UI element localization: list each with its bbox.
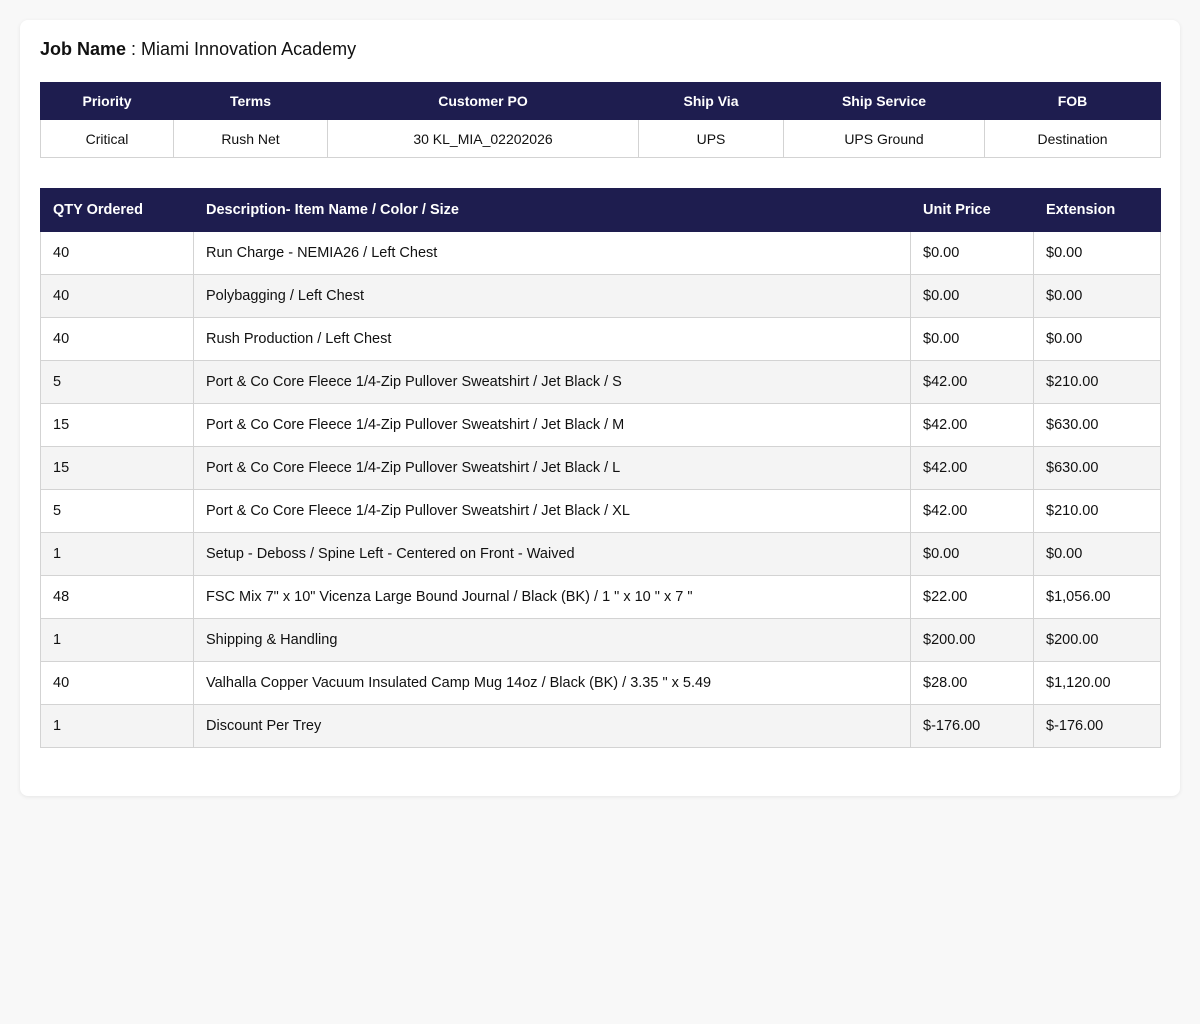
qty-cell: 5 (40, 360, 194, 404)
qty-cell: 15 (40, 446, 194, 490)
priority-value: Critical (40, 119, 174, 158)
line-items-header-row: QTY Ordered Description- Item Name / Col… (40, 188, 1161, 232)
qty-cell: 40 (40, 231, 194, 275)
ship-via-value: UPS (638, 119, 784, 158)
customer-po-header: Customer PO (327, 82, 639, 120)
table-row: 15 Port & Co Core Fleece 1/4-Zip Pullove… (40, 446, 1161, 490)
extension-cell: $-176.00 (1033, 704, 1161, 748)
qty-ordered-header: QTY Ordered (40, 188, 194, 232)
qty-cell: 5 (40, 489, 194, 533)
description-cell: Port & Co Core Fleece 1/4-Zip Pullover S… (193, 403, 911, 447)
qty-cell: 40 (40, 661, 194, 705)
unit-price-cell: $0.00 (910, 532, 1034, 576)
description-cell: Port & Co Core Fleece 1/4-Zip Pullover S… (193, 446, 911, 490)
table-row: 48 FSC Mix 7" x 10" Vicenza Large Bound … (40, 575, 1161, 619)
extension-cell: $0.00 (1033, 231, 1161, 275)
extension-cell: $0.00 (1033, 532, 1161, 576)
job-name-label: Job Name (40, 39, 127, 59)
unit-price-cell: $22.00 (910, 575, 1034, 619)
fob-header: FOB (984, 82, 1161, 120)
extension-cell: $0.00 (1033, 274, 1161, 318)
unit-price-cell: $42.00 (910, 403, 1034, 447)
qty-cell: 1 (40, 704, 194, 748)
terms-header: Terms (173, 82, 328, 120)
extension-header: Extension (1033, 188, 1161, 232)
description-cell: Shipping & Handling (193, 618, 911, 662)
terms-value: Rush Net (173, 119, 328, 158)
unit-price-header: Unit Price (910, 188, 1034, 232)
table-row: 5 Port & Co Core Fleece 1/4-Zip Pullover… (40, 360, 1161, 404)
customer-po-value: 30 KL_MIA_02202026 (327, 119, 639, 158)
description-cell: FSC Mix 7" x 10" Vicenza Large Bound Jou… (193, 575, 911, 619)
qty-cell: 40 (40, 274, 194, 318)
description-cell: Valhalla Copper Vacuum Insulated Camp Mu… (193, 661, 911, 705)
extension-cell: $630.00 (1033, 446, 1161, 490)
description-cell: Rush Production / Left Chest (193, 317, 911, 361)
extension-cell: $210.00 (1033, 360, 1161, 404)
table-row: 15 Port & Co Core Fleece 1/4-Zip Pullove… (40, 403, 1161, 447)
extension-cell: $1,120.00 (1033, 661, 1161, 705)
description-cell: Run Charge - NEMIA26 / Left Chest (193, 231, 911, 275)
line-items-table: QTY Ordered Description- Item Name / Col… (40, 188, 1161, 748)
qty-cell: 40 (40, 317, 194, 361)
ship-via-header: Ship Via (638, 82, 784, 120)
extension-cell: $200.00 (1033, 618, 1161, 662)
table-row: 5 Port & Co Core Fleece 1/4-Zip Pullover… (40, 489, 1161, 533)
unit-price-cell: $42.00 (910, 489, 1034, 533)
ship-service-header: Ship Service (783, 82, 985, 120)
description-cell: Port & Co Core Fleece 1/4-Zip Pullover S… (193, 360, 911, 404)
order-info-table: Priority Terms Customer PO Ship Via Ship… (40, 82, 1161, 158)
extension-cell: $1,056.00 (1033, 575, 1161, 619)
sales-order-card: Job Name : Miami Innovation Academy Prio… (20, 20, 1180, 796)
table-row: 40 Valhalla Copper Vacuum Insulated Camp… (40, 661, 1161, 705)
description-cell: Setup - Deboss / Spine Left - Centered o… (193, 532, 911, 576)
unit-price-cell: $0.00 (910, 231, 1034, 275)
order-info-header-row: Priority Terms Customer PO Ship Via Ship… (40, 82, 1161, 120)
description-cell: Discount Per Trey (193, 704, 911, 748)
qty-cell: 48 (40, 575, 194, 619)
description-header: Description- Item Name / Color / Size (193, 188, 911, 232)
qty-cell: 1 (40, 532, 194, 576)
job-name-value: Miami Innovation Academy (141, 39, 357, 59)
priority-header: Priority (40, 82, 174, 120)
job-name-separator: : (126, 39, 142, 59)
unit-price-cell: $-176.00 (910, 704, 1034, 748)
extension-cell: $210.00 (1033, 489, 1161, 533)
unit-price-cell: $42.00 (910, 360, 1034, 404)
job-name-line: Job Name : Miami Innovation Academy (40, 38, 356, 60)
extension-cell: $0.00 (1033, 317, 1161, 361)
unit-price-cell: $42.00 (910, 446, 1034, 490)
unit-price-cell: $200.00 (910, 618, 1034, 662)
qty-cell: 1 (40, 618, 194, 662)
unit-price-cell: $28.00 (910, 661, 1034, 705)
description-cell: Port & Co Core Fleece 1/4-Zip Pullover S… (193, 489, 911, 533)
qty-cell: 15 (40, 403, 194, 447)
table-row: 40 Rush Production / Left Chest $0.00 $0… (40, 317, 1161, 361)
order-info-row: Critical Rush Net 30 KL_MIA_02202026 UPS… (40, 119, 1161, 158)
table-row: 1 Setup - Deboss / Spine Left - Centered… (40, 532, 1161, 576)
table-row: 40 Run Charge - NEMIA26 / Left Chest $0.… (40, 231, 1161, 275)
extension-cell: $630.00 (1033, 403, 1161, 447)
unit-price-cell: $0.00 (910, 274, 1034, 318)
fob-value: Destination (984, 119, 1161, 158)
table-row: 1 Shipping & Handling $200.00 $200.00 (40, 618, 1161, 662)
table-row: 40 Polybagging / Left Chest $0.00 $0.00 (40, 274, 1161, 318)
table-row: 1 Discount Per Trey $-176.00 $-176.00 (40, 704, 1161, 748)
unit-price-cell: $0.00 (910, 317, 1034, 361)
description-cell: Polybagging / Left Chest (193, 274, 911, 318)
ship-service-value: UPS Ground (783, 119, 985, 158)
